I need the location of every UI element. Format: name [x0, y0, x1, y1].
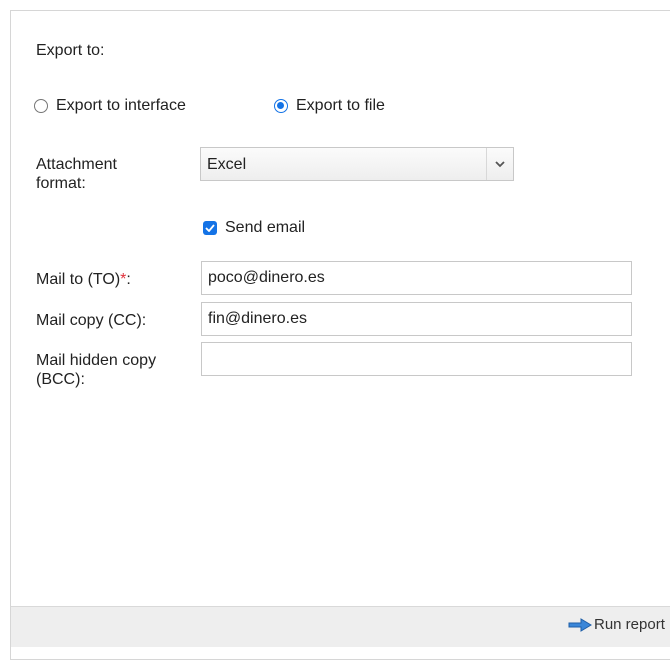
check-icon	[205, 224, 215, 232]
run-report-label: Run report	[594, 616, 665, 633]
radio-label-export-to-file: Export to file	[296, 97, 385, 114]
send-email-checkbox[interactable]	[203, 221, 217, 235]
mail-to-label: Mail to (TO)*:	[36, 270, 196, 289]
mail-to-input[interactable]	[201, 261, 632, 295]
mail-to-label-colon: :	[126, 271, 131, 288]
mail-cc-label: Mail copy (CC):	[36, 312, 147, 329]
radio-button-unchecked[interactable]	[34, 99, 48, 113]
mail-to-label-text: Mail to (TO)	[36, 271, 121, 288]
radio-export-to-file[interactable]: Export to file	[274, 97, 385, 115]
radio-export-to-interface[interactable]: Export to interface	[34, 97, 186, 115]
radio-label-export-to-interface: Export to interface	[56, 97, 186, 114]
mail-cc-input[interactable]	[201, 302, 632, 336]
chevron-down-icon	[495, 160, 505, 167]
send-email-checkbox-row[interactable]: Send email	[203, 219, 305, 237]
dropdown-toggle[interactable]	[486, 148, 513, 180]
run-report-button[interactable]: Run report	[568, 616, 665, 633]
attachment-format-value: Excel	[207, 156, 247, 173]
send-email-label: Send email	[225, 219, 306, 236]
radio-button-checked[interactable]	[274, 99, 288, 113]
attachment-format-select[interactable]: Excel	[200, 147, 514, 181]
arrow-right-icon	[568, 617, 592, 632]
attachment-format-label: Attachment format:	[36, 156, 117, 192]
mail-bcc-input[interactable]	[201, 342, 632, 376]
export-to-heading: Export to:	[36, 42, 105, 59]
mail-bcc-label: Mail hidden copy (BCC):	[36, 352, 157, 388]
